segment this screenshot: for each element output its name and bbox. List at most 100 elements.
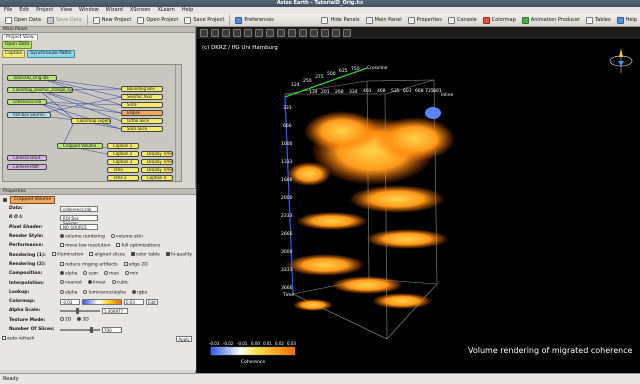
rendering1-option[interactable]: aligned slices <box>89 252 125 258</box>
slices-slider[interactable] <box>60 326 100 333</box>
help-button[interactable]: Help <box>614 15 640 25</box>
composition-option[interactable]: sum <box>83 270 98 276</box>
graph-node[interactable]: Camera-Path <box>7 164 47 170</box>
rendering2-option[interactable]: reduce ringing artifacts <box>60 261 118 267</box>
rendering1-option[interactable]: color table <box>130 252 160 258</box>
graph-node[interactable]: Bounding Box <box>121 86 163 92</box>
open-data-pill-button[interactable]: Open Data <box>2 40 33 49</box>
save-data-button[interactable]: Save Data <box>44 15 85 25</box>
colormap-preview[interactable] <box>82 298 122 305</box>
render-style-option[interactable]: volume rendering <box>60 233 105 239</box>
graph-node[interactable]: Caption 1 <box>107 143 139 149</box>
compass-icon[interactable] <box>609 49 633 73</box>
menu-xscreen[interactable]: XScreen <box>130 7 151 14</box>
alpha-scale-slider[interactable] <box>60 307 100 314</box>
interpolation-option[interactable]: nearest <box>60 280 82 286</box>
rendering2-option[interactable]: edge 2D <box>123 261 148 267</box>
xz-view-icon[interactable] <box>321 29 329 37</box>
slider-thumb[interactable] <box>90 326 93 333</box>
texture-mode-option[interactable]: 3D <box>77 317 89 323</box>
preferences-button[interactable]: Preferences <box>232 15 276 25</box>
graph-scrollbar[interactable] <box>175 65 181 181</box>
set-home-icon[interactable] <box>233 29 241 37</box>
animation-producer-button[interactable]: Animation Producer <box>519 15 583 25</box>
graph-node[interactable]: coherence.lda <box>7 99 47 105</box>
graph-node[interactable]: Caption 4 <box>141 175 173 181</box>
menu-wizard[interactable]: Wizard <box>106 7 123 14</box>
tables-button[interactable]: Tables <box>583 15 614 25</box>
properties-button[interactable]: Properties <box>405 15 445 25</box>
performance-option[interactable]: move low resolution <box>60 243 110 249</box>
module-visible-checkbox[interactable] <box>3 197 7 202</box>
lookup-option[interactable]: alpha <box>60 289 77 295</box>
menu-view[interactable]: View <box>60 7 72 14</box>
apply-button[interactable]: Apply <box>176 335 192 342</box>
snapshot-icon[interactable] <box>277 29 285 37</box>
menu-project[interactable]: Project <box>36 7 53 14</box>
graph-node[interactable]: Caption 2 <box>107 151 139 157</box>
graph-node[interactable]: Display Time <box>141 151 173 157</box>
yz-view-icon[interactable] <box>332 29 340 37</box>
colormap-button[interactable]: Colormap <box>480 15 519 25</box>
stereo-icon[interactable] <box>299 29 307 37</box>
save-project-button[interactable]: Save Project <box>181 15 227 25</box>
caption-pill-button[interactable]: Caption <box>2 49 26 58</box>
menu-help[interactable]: Help <box>182 7 193 14</box>
viewer-3d[interactable]: (c) DKRZ / IfG Uni Hamburg Crossline Inl… <box>197 27 640 373</box>
graph-node[interactable]: Camera-Orbit <box>7 155 47 161</box>
new-project-button[interactable]: New Project <box>90 15 135 25</box>
graph-node[interactable]: Seismic Axis <box>121 94 163 100</box>
interpolation-option[interactable]: cubic <box>111 280 129 286</box>
project-graph[interactable]: TutorialD_Orig.lda Colormap_seismic_oran… <box>2 64 182 182</box>
menu-edit[interactable]: Edit <box>19 7 29 14</box>
composition-option[interactable]: min <box>124 270 138 276</box>
graph-node[interactable]: Time 2 <box>107 175 139 181</box>
hide-panels-button[interactable]: Hide Panels <box>318 15 362 25</box>
interpolation-option[interactable]: linear <box>88 280 106 286</box>
interact-icon[interactable] <box>200 29 208 37</box>
graph-node[interactable]: TutorialD_Orig.lda <box>7 75 57 81</box>
rotate-icon[interactable] <box>343 29 351 37</box>
main-panel-button[interactable]: Main Panel <box>363 15 405 25</box>
lookup-option[interactable]: rgba <box>131 289 147 295</box>
graph-node[interactable]: Display Time 3 <box>141 167 173 173</box>
view-all-icon[interactable] <box>244 29 252 37</box>
graph-node[interactable]: Colormap Legend <box>71 118 111 124</box>
auto-refresh-checkbox[interactable]: auto refresh <box>2 336 34 342</box>
alpha-scale-field[interactable]: 1.406977 <box>102 307 128 314</box>
tab-project-view[interactable]: Project View <box>2 34 38 40</box>
graph-node[interactable]: Ortho Slice <box>121 118 163 124</box>
slices-field[interactable]: 700 <box>102 326 122 333</box>
slider-thumb[interactable] <box>76 307 79 314</box>
menu-file[interactable]: File <box>4 7 12 14</box>
performance-option[interactable]: full optimizations <box>116 243 160 249</box>
colormap-min-field[interactable]: -0.03 <box>60 298 80 305</box>
graph-node[interactable]: Caption 3 <box>107 159 139 165</box>
graph-node[interactable]: Slice <box>121 102 163 108</box>
trackball-icon[interactable] <box>211 29 219 37</box>
open-data-button[interactable]: Open Data <box>2 15 44 25</box>
composition-option[interactable]: alpha <box>60 270 77 276</box>
composition-option[interactable]: max <box>104 270 119 276</box>
data-select[interactable]: coherence.lda <box>60 205 98 212</box>
home-icon[interactable] <box>222 29 230 37</box>
graph-node[interactable]: Cropped Volume <box>57 143 103 149</box>
graph-node[interactable]: Time <box>107 167 139 173</box>
synchronize-paths-button[interactable]: Synchronize Paths <box>27 49 75 58</box>
rendering1-option[interactable]: hi-quality <box>165 252 192 258</box>
menu-xlearn[interactable]: XLearn <box>157 7 174 14</box>
colormap-max-field[interactable]: 0.03 <box>124 298 144 305</box>
layout-icon[interactable] <box>288 29 296 37</box>
pixel-shader-select[interactable]: NO SOURCE <box>60 224 98 231</box>
texture-mode-option[interactable]: 2D <box>60 317 71 323</box>
menu-window[interactable]: Window <box>79 7 99 14</box>
seek-icon[interactable] <box>255 29 263 37</box>
graph-node[interactable]: Slice Slice <box>121 126 163 132</box>
graph-node[interactable]: Ellipse <box>121 110 163 116</box>
roi-select[interactable]: ROI Box Seismic <box>60 214 98 226</box>
rendering1-option[interactable]: illumination <box>52 252 83 258</box>
graph-node[interactable]: Display Time 2 <box>141 159 173 165</box>
render-style-option[interactable]: volume skin <box>110 233 143 239</box>
open-project-button[interactable]: Open Project <box>134 15 181 25</box>
console-button[interactable]: Console <box>445 15 480 25</box>
